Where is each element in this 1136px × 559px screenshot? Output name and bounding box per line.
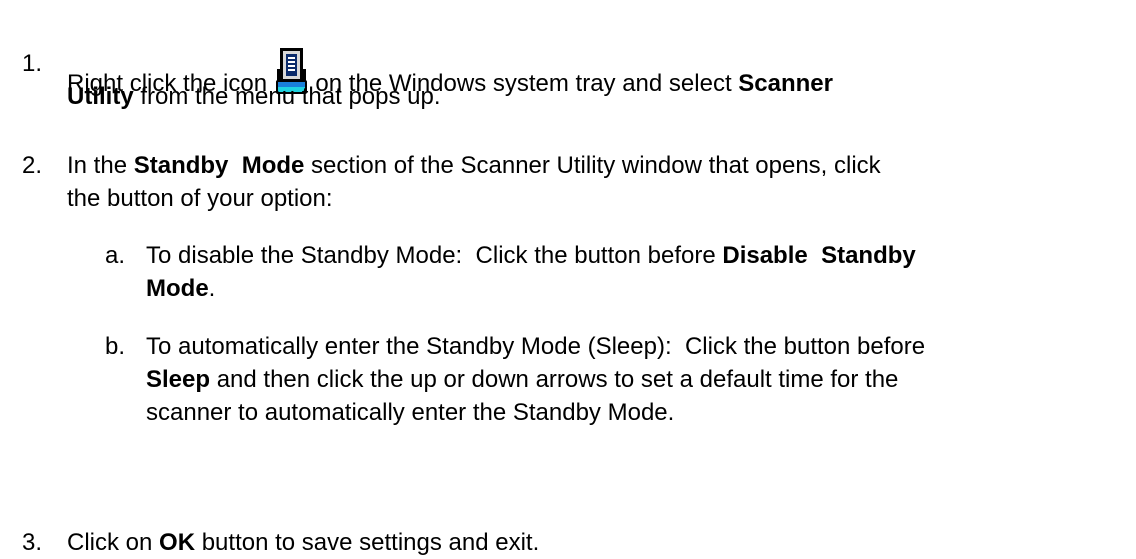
step-number: 1. (22, 50, 43, 77)
step-1-line-2: Utility from the menu that pops up. (67, 83, 441, 110)
substep-b-line-1: To automatically enter the Standby Mode … (146, 333, 926, 360)
step-3-line-1: Click on OK button to save settings and … (67, 529, 540, 556)
substep-b-line-3: scanner to automatically enter the Stand… (146, 399, 675, 426)
substep-a-line-2: Mode. (146, 275, 216, 302)
substep-b-line-2: Sleep and then click the up or down arro… (146, 366, 899, 393)
step-2-line-1: In the Standby Mode section of the Scann… (67, 152, 881, 179)
substep-letter: b. (105, 333, 126, 360)
step-number: 3. (22, 529, 43, 556)
step-number: 2. (22, 152, 43, 179)
substep-a-line-1: To disable the Standby Mode: Click the b… (146, 242, 916, 269)
step-2-line-2: the button of your option: (67, 185, 333, 212)
substep-letter: a. (105, 242, 126, 269)
